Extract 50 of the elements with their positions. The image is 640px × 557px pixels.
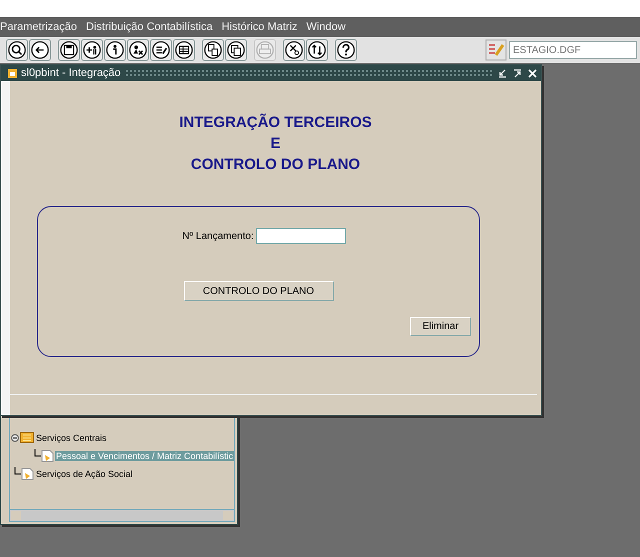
menu-item[interactable]: Histórico Matriz [222, 21, 298, 33]
toolbar-button[interactable] [6, 39, 28, 61]
window-icon [8, 68, 17, 78]
printer-icon [255, 40, 275, 60]
form-heading: CONTROLO DO PLANO [190, 156, 360, 173]
plan-control-button[interactable]: CONTROLO DO PLANO [184, 281, 334, 301]
tree-item[interactable]: Serviços Centrais [35, 432, 108, 442]
form-heading: E [270, 135, 280, 152]
field-label: Nº Lançamento: [182, 230, 254, 242]
maximize-icon[interactable] [512, 68, 523, 78]
tree-item[interactable]: Serviços de Ação Social [35, 468, 134, 478]
paste-icon [226, 40, 246, 60]
collapse-toggle-icon[interactable] [11, 434, 19, 442]
list-edit-icon [151, 40, 171, 60]
menu-item[interactable]: Parametrização [0, 21, 78, 33]
search-icon [7, 40, 27, 60]
toolbar-button[interactable] [127, 39, 149, 61]
toolbar-button[interactable] [306, 39, 328, 61]
tree-item[interactable]: Pessoal e Vencimentos / Matriz Contabilístic [55, 450, 234, 460]
add-person-icon [82, 40, 102, 60]
toolbar-button[interactable] [150, 39, 172, 61]
toolbar-button[interactable] [335, 39, 357, 61]
close-icon[interactable] [527, 68, 538, 78]
toolbar-button[interactable] [104, 39, 126, 61]
pencil-list-icon[interactable] [485, 39, 507, 61]
table-icon [174, 40, 194, 60]
toolbar-button[interactable] [29, 39, 51, 61]
toolbar-button[interactable] [225, 39, 247, 61]
environment-field[interactable]: ESTAGIO.DGF [509, 41, 637, 59]
floppy-disk-icon [59, 40, 79, 60]
document-icon [41, 450, 54, 462]
copy-icon [203, 40, 223, 60]
toolbar-button[interactable] [58, 39, 80, 61]
horizontal-scrollbar[interactable] [10, 509, 234, 521]
launch-number-field[interactable] [256, 228, 346, 244]
toolbar-button[interactable] [202, 39, 224, 61]
window-title: sl0pbint - Integração [21, 67, 121, 79]
menu-item[interactable]: Window [306, 21, 346, 33]
toolbar-button[interactable] [173, 39, 195, 61]
delete-button[interactable]: Eliminar [410, 317, 471, 336]
info-icon [105, 40, 125, 60]
help-icon [336, 40, 356, 60]
folder-icon [20, 432, 34, 443]
toolbar-button[interactable] [81, 39, 103, 61]
minimize-icon[interactable] [497, 68, 508, 78]
up-down-arrows-icon [307, 40, 327, 60]
menu-item[interactable]: Distribuição Contabilística [86, 21, 213, 33]
remove-person-icon [128, 40, 148, 60]
form-heading: INTEGRAÇÃO TERCEIROS [179, 114, 372, 131]
document-icon [21, 468, 34, 480]
